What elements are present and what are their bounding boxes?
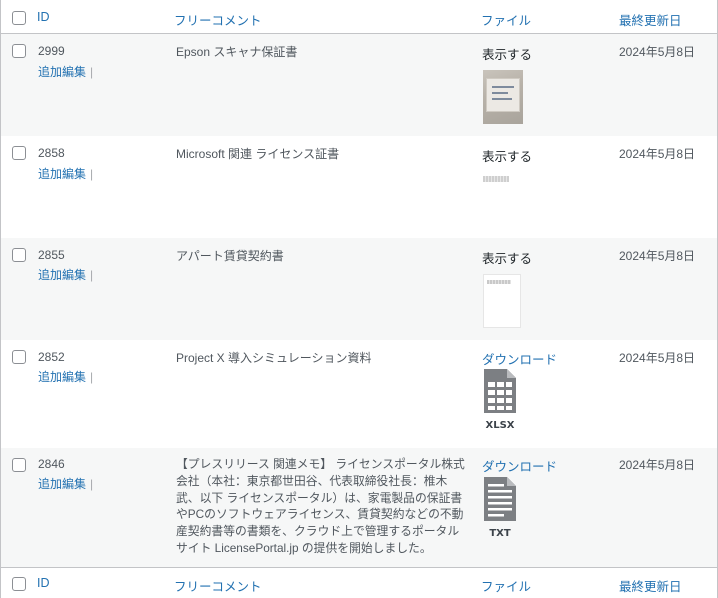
file-type-label: XLSX [485, 420, 515, 431]
column-footer-date[interactable]: 最終更新日 [619, 576, 682, 595]
edit-link-label[interactable]: 追加編集 [38, 268, 86, 282]
action-separator: | [90, 370, 94, 384]
spreadsheet-file-glyph [484, 369, 516, 413]
spreadsheet-icon[interactable]: XLSX [483, 368, 517, 431]
view-file-link[interactable]: 表示する [482, 44, 532, 63]
scanned-paper [486, 78, 520, 112]
text-file-icon[interactable]: TXT [483, 476, 517, 539]
download-link[interactable]: ダウンロード [482, 456, 557, 475]
edit-link[interactable]: 追加編集 | [38, 266, 93, 283]
row-date: 2024年5月8日 [619, 249, 696, 263]
column-header-comment[interactable]: フリーコメント [174, 10, 262, 29]
select-all-checkbox[interactable] [12, 11, 26, 25]
table-header: ID フリーコメント ファイル 最終更新日 [1, 0, 717, 34]
action-separator: | [90, 65, 94, 79]
table-row: 2846 追加編集 | 【プレスリリース 関連メモ】 ライセンスポータル株式会社（… [1, 448, 717, 567]
edit-link-label[interactable]: 追加編集 [38, 370, 86, 384]
download-link[interactable]: ダウンロード [482, 349, 557, 368]
edit-link[interactable]: 追加編集 | [38, 63, 93, 80]
view-file-link[interactable]: 表示する [482, 248, 532, 267]
edit-link[interactable]: 追加編集 | [38, 475, 93, 492]
column-footer-comment[interactable]: フリーコメント [174, 576, 262, 595]
action-separator: | [90, 167, 94, 181]
file-thumbnail[interactable] [483, 70, 523, 124]
file-type-label: TXT [489, 528, 511, 539]
table-footer: ID フリーコメント ファイル 最終更新日 [1, 567, 717, 598]
row-comment: アパート賃貸契約書 [176, 249, 284, 263]
row-comment: Microsoft 関連 ライセンス証書 [176, 147, 340, 161]
edit-link-label[interactable]: 追加編集 [38, 65, 86, 79]
action-separator: | [90, 477, 94, 491]
row-comment: Project X 導入シミュレーション資料 [176, 351, 372, 365]
file-thumbnail[interactable] [483, 176, 509, 182]
column-header-date[interactable]: 最終更新日 [619, 10, 682, 29]
row-checkbox[interactable] [12, 350, 26, 364]
edit-link-label[interactable]: 追加編集 [38, 477, 86, 491]
row-id: 2855 [38, 248, 65, 262]
document-line [487, 280, 511, 284]
column-footer-id[interactable]: ID [37, 576, 50, 590]
row-checkbox[interactable] [12, 44, 26, 58]
row-id: 2846 [38, 457, 65, 471]
action-separator: | [90, 268, 94, 282]
row-checkbox[interactable] [12, 458, 26, 472]
table-row: 2855 追加編集 | アパート賃貸契約書 表示する 2024年5月8日 [1, 238, 717, 340]
edit-link[interactable]: 追加編集 | [38, 165, 93, 182]
column-header-id[interactable]: ID [37, 10, 50, 24]
row-checkbox[interactable] [12, 146, 26, 160]
file-list-table: ID フリーコメント ファイル 最終更新日 2999 追加編集 | Epson ス… [0, 0, 718, 598]
row-checkbox[interactable] [12, 248, 26, 262]
row-comment: Epson スキャナ保証書 [176, 45, 298, 59]
table-row: 2852 追加編集 | Project X 導入シミュレーション資料 ダウンロード [1, 340, 717, 448]
view-file-link[interactable]: 表示する [482, 146, 532, 165]
row-date: 2024年5月8日 [619, 147, 696, 161]
row-date: 2024年5月8日 [619, 351, 696, 365]
row-date: 2024年5月8日 [619, 458, 696, 472]
column-header-file[interactable]: ファイル [481, 10, 531, 29]
row-comment: 【プレスリリース 関連メモ】 ライセンスポータル株式会社（本社：東京都世田谷、代… [176, 457, 465, 555]
row-date: 2024年5月8日 [619, 45, 696, 59]
table-row: 2999 追加編集 | Epson スキャナ保証書 表示する 2024年5月8日 [1, 34, 717, 136]
row-id: 2858 [38, 146, 65, 160]
file-thumbnail[interactable] [483, 274, 521, 328]
text-file-glyph [484, 477, 516, 521]
select-all-checkbox-bottom[interactable] [12, 577, 26, 591]
column-footer-file[interactable]: ファイル [481, 576, 531, 595]
table-row: 2858 追加編集 | Microsoft 関連 ライセンス証書 表示する 202… [1, 136, 717, 238]
edit-link-label[interactable]: 追加編集 [38, 167, 86, 181]
edit-link[interactable]: 追加編集 | [38, 368, 93, 385]
row-id: 2852 [38, 350, 65, 364]
row-id: 2999 [38, 44, 65, 58]
